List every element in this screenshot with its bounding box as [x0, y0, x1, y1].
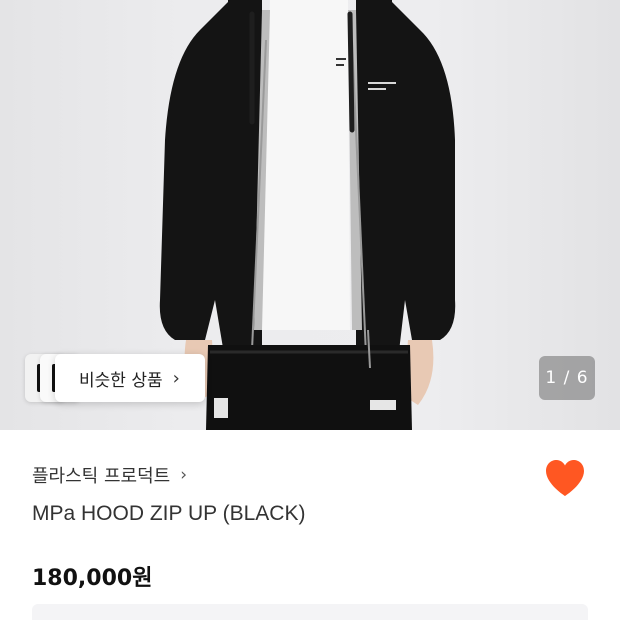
chevron-right-icon: › — [172, 367, 180, 389]
brand-link[interactable]: 플라스틱 프로덕트 › — [32, 462, 187, 488]
product-image-gallery[interactable]: 비슷한 상품 › 1 / 6 — [0, 0, 620, 430]
similar-products-label: 비슷한 상품 — [79, 370, 163, 391]
chevron-right-icon: › — [180, 465, 188, 485]
product-title: MPa HOOD ZIP UP (BLACK) — [32, 502, 306, 525]
brand-name: 플라스틱 프로덕트 — [32, 466, 171, 487]
similar-products-button[interactable]: 비슷한 상품 › — [55, 354, 205, 402]
image-counter: 1 / 6 — [539, 356, 595, 400]
heart-icon[interactable] — [544, 458, 586, 498]
option-box[interactable] — [32, 604, 588, 620]
product-price: 180,000원 — [32, 566, 153, 591]
